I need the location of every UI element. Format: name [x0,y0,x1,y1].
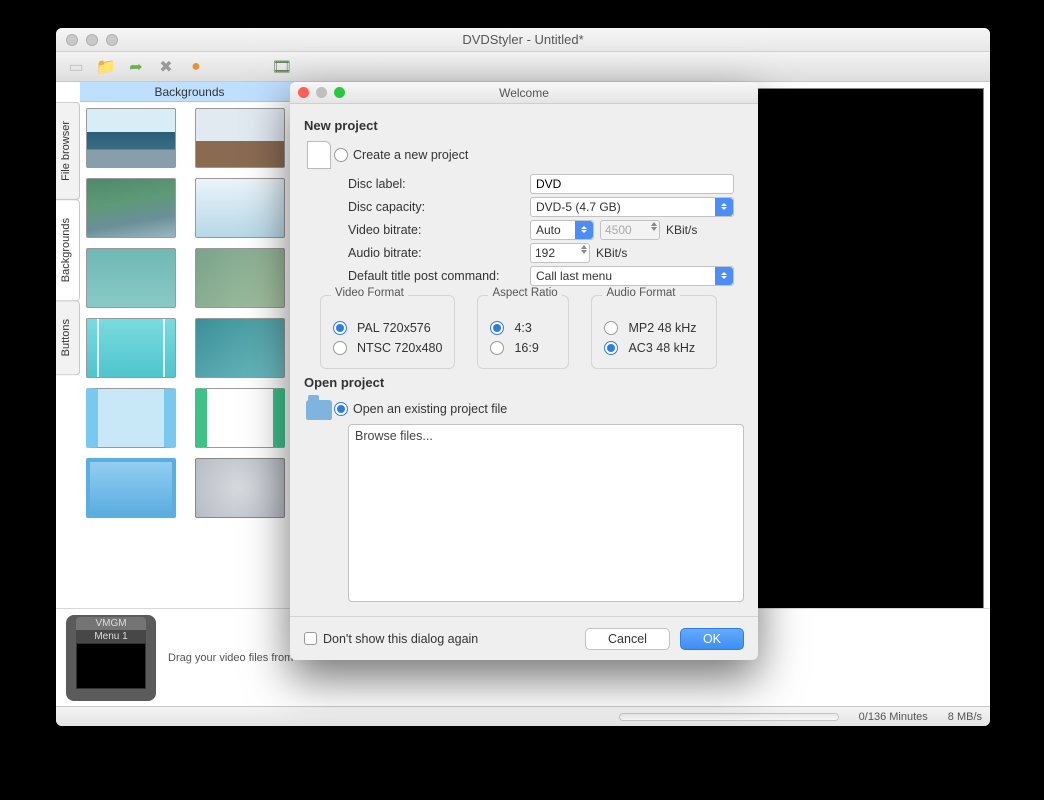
disc-usage-bar [619,713,839,721]
bg-thumb[interactable] [195,318,285,378]
bg-thumb[interactable] [195,178,285,238]
toolbar: ▭ 📁 ➦ ✖ ● 🎞 [56,52,990,82]
tab-backgrounds[interactable]: Backgrounds [56,199,80,301]
main-window-title: DVDStyler - Untitled* [56,32,990,47]
bg-thumb[interactable] [86,248,176,308]
main-titlebar: DVDStyler - Untitled* [56,28,990,52]
open-folder-icon[interactable]: 📁 [94,55,118,79]
create-new-label: Create a new project [353,148,468,162]
aspect-ratio-legend: Aspect Ratio [488,287,561,299]
bg-thumb[interactable] [86,108,176,168]
bg-thumb[interactable] [86,318,176,378]
create-new-radio[interactable] [334,148,348,162]
audio-format-group: Audio Format MP2 48 kHz AC3 48 kHz [591,295,717,369]
recent-projects-list[interactable]: Browse files... [348,424,744,602]
burn-disc-icon[interactable]: ● [184,55,208,79]
folder-open-icon [306,400,332,420]
open-project-heading: Open project [304,375,744,390]
bg-thumb[interactable] [195,248,285,308]
open-existing-radio[interactable] [334,402,348,416]
welcome-dialog: Welcome New project Create a new project… [290,82,758,660]
bg-thumb[interactable] [86,458,176,518]
bg-thumb[interactable] [195,108,285,168]
open-existing-label: Open an existing project file [353,402,507,416]
status-time: 0/136 Minutes [859,711,928,723]
chevron-updown-icon [575,221,593,239]
dont-show-label: Don't show this dialog again [323,632,478,646]
new-project-icon [307,141,331,169]
video-bitrate-unit: KBit/s [666,223,697,237]
backgrounds-header: Backgrounds [80,82,299,102]
audio-bitrate-unit: KBit/s [596,246,627,260]
dialog-titlebar: Welcome [290,82,758,104]
pal-radio[interactable] [333,321,347,335]
chevron-updown-icon [715,267,733,285]
ok-button[interactable]: OK [680,628,744,650]
new-project-icon[interactable]: ▭ [64,55,88,79]
disc-label-label: Disc label: [348,177,524,191]
dialog-title: Welcome [290,86,758,100]
disc-capacity-label: Disc capacity: [348,200,524,214]
disc-capacity-select[interactable]: DVD-5 (4.7 GB) [530,197,734,217]
add-file-icon[interactable]: 🎞 [270,55,294,79]
video-format-group: Video Format PAL 720x576 NTSC 720x480 [320,295,455,369]
audio-bitrate-value[interactable]: 192 [530,243,590,263]
dont-show-checkbox[interactable] [304,632,317,645]
browse-files-item[interactable]: Browse files... [355,429,433,443]
status-rate: 8 MB/s [948,711,982,723]
vmgm-menu-thumb[interactable] [76,643,146,689]
ntsc-radio[interactable] [333,341,347,355]
video-format-legend: Video Format [331,287,408,299]
post-command-select[interactable]: Call last menu [530,266,734,286]
audio-bitrate-label: Audio bitrate: [348,246,524,260]
audio-format-legend: Audio Format [602,287,679,299]
mp2-radio[interactable] [604,321,618,335]
video-bitrate-mode-select[interactable]: Auto [530,220,594,240]
vmgm-box[interactable]: VMGM Menu 1 [66,615,156,701]
bg-thumb[interactable] [195,388,285,448]
drag-hint: Drag your video files from [168,652,293,664]
aspect-169-radio[interactable] [490,341,504,355]
disc-label-input[interactable] [530,174,734,194]
aspect-ratio-group: Aspect Ratio 4:3 16:9 [477,295,569,369]
bg-thumb[interactable] [195,458,285,518]
aspect-43-radio[interactable] [490,321,504,335]
chevron-updown-icon [715,198,733,216]
save-arrow-icon[interactable]: ➦ [124,55,148,79]
tab-file-browser[interactable]: File browser [56,102,80,200]
vmgm-menu-label: Menu 1 [76,630,146,643]
tab-buttons[interactable]: Buttons [56,300,80,375]
vmgm-title: VMGM [76,617,146,630]
post-command-label: Default title post command: [348,269,524,283]
new-project-heading: New project [304,118,744,133]
cancel-button[interactable]: Cancel [585,628,670,650]
bg-thumb[interactable] [86,388,176,448]
ac3-radio[interactable] [604,341,618,355]
status-bar: 0/136 Minutes 8 MB/s [56,706,990,726]
video-bitrate-value[interactable]: 4500 [600,220,660,240]
settings-icon[interactable]: ✖ [154,55,178,79]
video-bitrate-label: Video bitrate: [348,223,524,237]
bg-thumb[interactable] [86,178,176,238]
